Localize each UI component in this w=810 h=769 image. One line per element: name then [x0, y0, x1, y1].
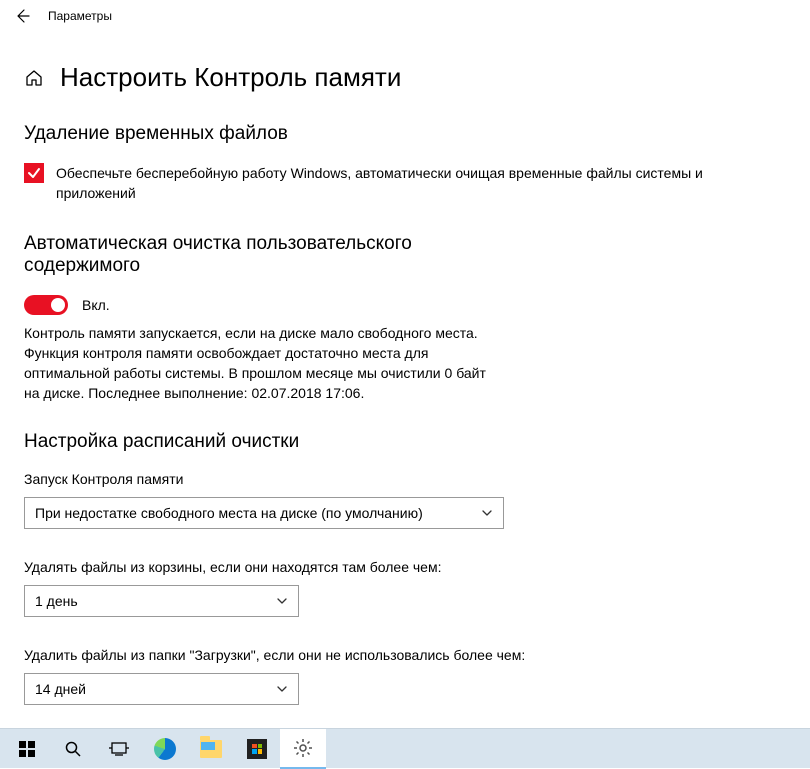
arrow-left-icon	[14, 8, 30, 24]
windows-icon	[15, 737, 39, 761]
chevron-down-icon	[276, 683, 288, 695]
auto-clean-toggle-row: Вкл.	[24, 295, 786, 315]
search-button[interactable]	[50, 729, 96, 769]
run-storage-sense-select[interactable]: При недостатке свободного места на диске…	[24, 497, 504, 529]
store-icon	[247, 739, 267, 759]
toggle-knob	[51, 298, 65, 312]
auto-clean-toggle[interactable]	[24, 295, 68, 315]
auto-clean-toggle-label: Вкл.	[82, 297, 110, 313]
task-view-icon	[107, 737, 131, 761]
section-heading-auto-clean: Автоматическая очистка пользовательского…	[24, 233, 464, 277]
temp-files-label: Обеспечьте бесперебойную работу Windows,…	[56, 163, 786, 203]
explorer-button[interactable]	[188, 729, 234, 769]
recycle-bin-value: 1 день	[35, 593, 78, 609]
recycle-bin-select[interactable]: 1 день	[24, 585, 299, 617]
section-heading-temp-files: Удаление временных файлов	[24, 123, 786, 145]
start-button[interactable]	[4, 729, 50, 769]
taskbar	[0, 728, 810, 768]
back-button[interactable]	[8, 2, 36, 30]
task-view-button[interactable]	[96, 729, 142, 769]
explorer-icon	[200, 740, 222, 758]
page-content: Настроить Контроль памяти Удаление време…	[0, 32, 810, 728]
page-title: Настроить Контроль памяти	[60, 62, 401, 93]
store-button[interactable]	[234, 729, 280, 769]
temp-files-checkbox[interactable]	[24, 163, 44, 183]
gear-icon	[291, 736, 315, 760]
page-header: Настроить Контроль памяти	[24, 62, 786, 93]
chevron-down-icon	[276, 595, 288, 607]
downloads-label: Удалить файлы из папки "Загрузки", если …	[24, 647, 544, 663]
check-icon	[27, 166, 41, 180]
run-storage-sense-label: Запуск Контроля памяти	[24, 471, 544, 487]
downloads-select[interactable]: 14 дней	[24, 673, 299, 705]
chevron-down-icon	[481, 507, 493, 519]
edge-icon	[154, 738, 176, 760]
section-heading-schedule: Настройка расписаний очистки	[24, 431, 786, 453]
edge-button[interactable]	[142, 729, 188, 769]
search-icon	[61, 737, 85, 761]
downloads-value: 14 дней	[35, 681, 86, 697]
titlebar: Параметры	[0, 0, 810, 32]
temp-files-row: Обеспечьте бесперебойную работу Windows,…	[24, 163, 786, 203]
auto-clean-description: Контроль памяти запускается, если на дис…	[24, 323, 494, 403]
run-storage-sense-value: При недостатке свободного места на диске…	[35, 505, 423, 521]
settings-button[interactable]	[280, 729, 326, 769]
recycle-bin-label: Удалять файлы из корзины, если они наход…	[24, 559, 544, 575]
titlebar-label: Параметры	[48, 9, 112, 23]
home-icon[interactable]	[24, 68, 44, 88]
